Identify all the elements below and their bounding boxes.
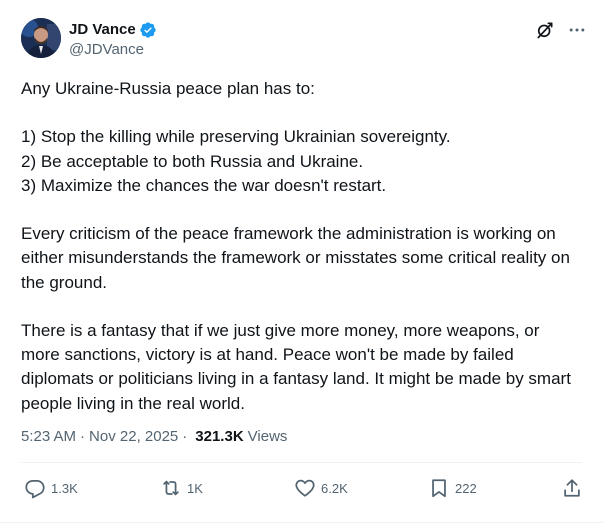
like-count: 6.2K — [321, 480, 348, 496]
like-button[interactable]: 6.2K — [294, 476, 348, 500]
views-label: Views — [247, 428, 288, 445]
share-icon — [564, 479, 580, 497]
repost-count: 1K — [187, 480, 203, 496]
heart-icon — [295, 479, 315, 497]
bookmark-button[interactable]: 222 — [428, 476, 477, 500]
avatar[interactable] — [21, 18, 61, 58]
bottom-divider — [0, 522, 603, 523]
post-date[interactable]: Nov 22, 2025 — [89, 427, 178, 447]
post-text: Any Ukraine-Russia peace plan has to: 1)… — [21, 79, 571, 413]
post-time[interactable]: 5:23 AM — [21, 427, 76, 447]
post-header: JD Vance @JDVance — [21, 18, 587, 66]
divider — [21, 462, 582, 463]
views-count: 321.3K — [195, 428, 244, 445]
meta-separator: · — [80, 428, 86, 445]
meta-separator: · — [182, 428, 188, 445]
bookmark-icon — [432, 479, 446, 498]
bookmark-count: 222 — [455, 480, 477, 496]
reply-count: 1.3K — [51, 480, 78, 496]
action-bar: 1.3K 1K 6.2K 222 — [0, 476, 603, 500]
post-card: JD Vance @JDVance Any Ukraine-Russia pea… — [0, 0, 603, 525]
author-handle[interactable]: @JDVance — [69, 40, 157, 60]
more-icon[interactable] — [567, 20, 587, 40]
verified-badge-icon[interactable] — [139, 21, 157, 39]
grok-icon[interactable] — [535, 20, 555, 40]
header-actions — [535, 20, 587, 40]
reply-button[interactable]: 1.3K — [24, 476, 78, 500]
share-button[interactable] — [561, 476, 583, 500]
author-display-name[interactable]: JD Vance — [69, 21, 136, 39]
repost-button[interactable]: 1K — [160, 476, 203, 500]
post-metadata: 5:23 AM · Nov 22, 2025 · 321.3K Views — [21, 427, 287, 447]
author-block: JD Vance @JDVance — [69, 18, 157, 60]
repost-icon — [163, 480, 179, 496]
reply-icon — [25, 479, 45, 499]
author-name-row: JD Vance — [69, 21, 157, 39]
